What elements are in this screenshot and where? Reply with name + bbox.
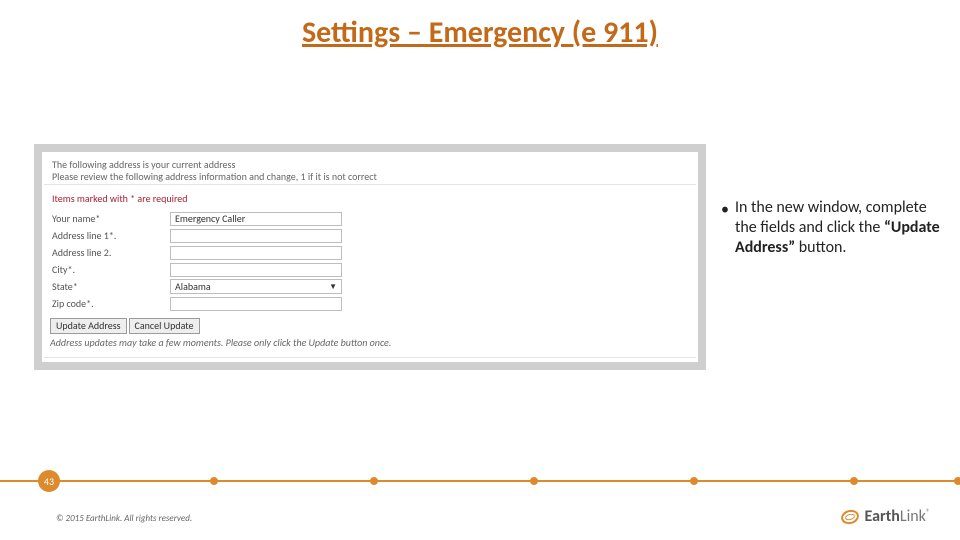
e911-form-screenshot: The following address is your current ad… (34, 144, 706, 370)
address1-input[interactable] (170, 229, 342, 243)
globe-icon (839, 507, 860, 525)
required-note: Items marked with * are required (52, 192, 188, 205)
update-footnote: Address updates may take a few moments. … (50, 336, 391, 349)
footer-dot (954, 477, 960, 485)
state-select[interactable]: Alabama ▼ (170, 279, 342, 294)
city-input[interactable] (170, 263, 342, 277)
logo-text: EarthLink® (865, 507, 930, 526)
bullet-text-suffix: button. (795, 238, 846, 257)
name-label: Your name* (52, 212, 170, 225)
instruction-bullet: • In the new window, complete the fields… (735, 198, 945, 258)
cancel-update-button[interactable]: Cancel Update (129, 318, 200, 334)
zip-label: Zip code*. (52, 297, 170, 310)
address2-label: Address line 2. (52, 246, 170, 259)
zip-input[interactable] (170, 297, 342, 311)
chevron-down-icon: ▼ (329, 282, 337, 292)
footer-divider (0, 480, 960, 482)
address-form: Your name* Emergency Caller Address line… (52, 210, 432, 312)
review-instruction: Please review the following address info… (52, 170, 377, 183)
address2-input[interactable] (170, 246, 342, 260)
footer-dot (530, 477, 538, 485)
footer-dot (210, 477, 218, 485)
footer-dot (690, 477, 698, 485)
divider (44, 357, 696, 358)
page-number-badge: 43 (38, 470, 60, 492)
copyright-text: © 2015 EarthLink. All rights reserved. (56, 513, 192, 524)
logo-text-light: Link (900, 507, 926, 526)
slide-title: Settings – Emergency (e 911) (0, 14, 960, 51)
bullet-icon: • (721, 200, 729, 220)
registered-mark-icon: ® (926, 508, 930, 518)
footer-dot (850, 477, 858, 485)
name-input[interactable]: Emergency Caller (170, 212, 342, 226)
earthlink-logo: EarthLink® (841, 507, 930, 526)
logo-text-bold: Earth (865, 507, 900, 526)
divider (44, 184, 696, 185)
update-address-button[interactable]: Update Address (50, 318, 127, 334)
state-label: State* (52, 280, 170, 293)
city-label: City*. (52, 263, 170, 276)
address1-label: Address line 1*. (52, 229, 170, 242)
footer-dot (370, 477, 378, 485)
state-select-value: Alabama (175, 280, 211, 293)
